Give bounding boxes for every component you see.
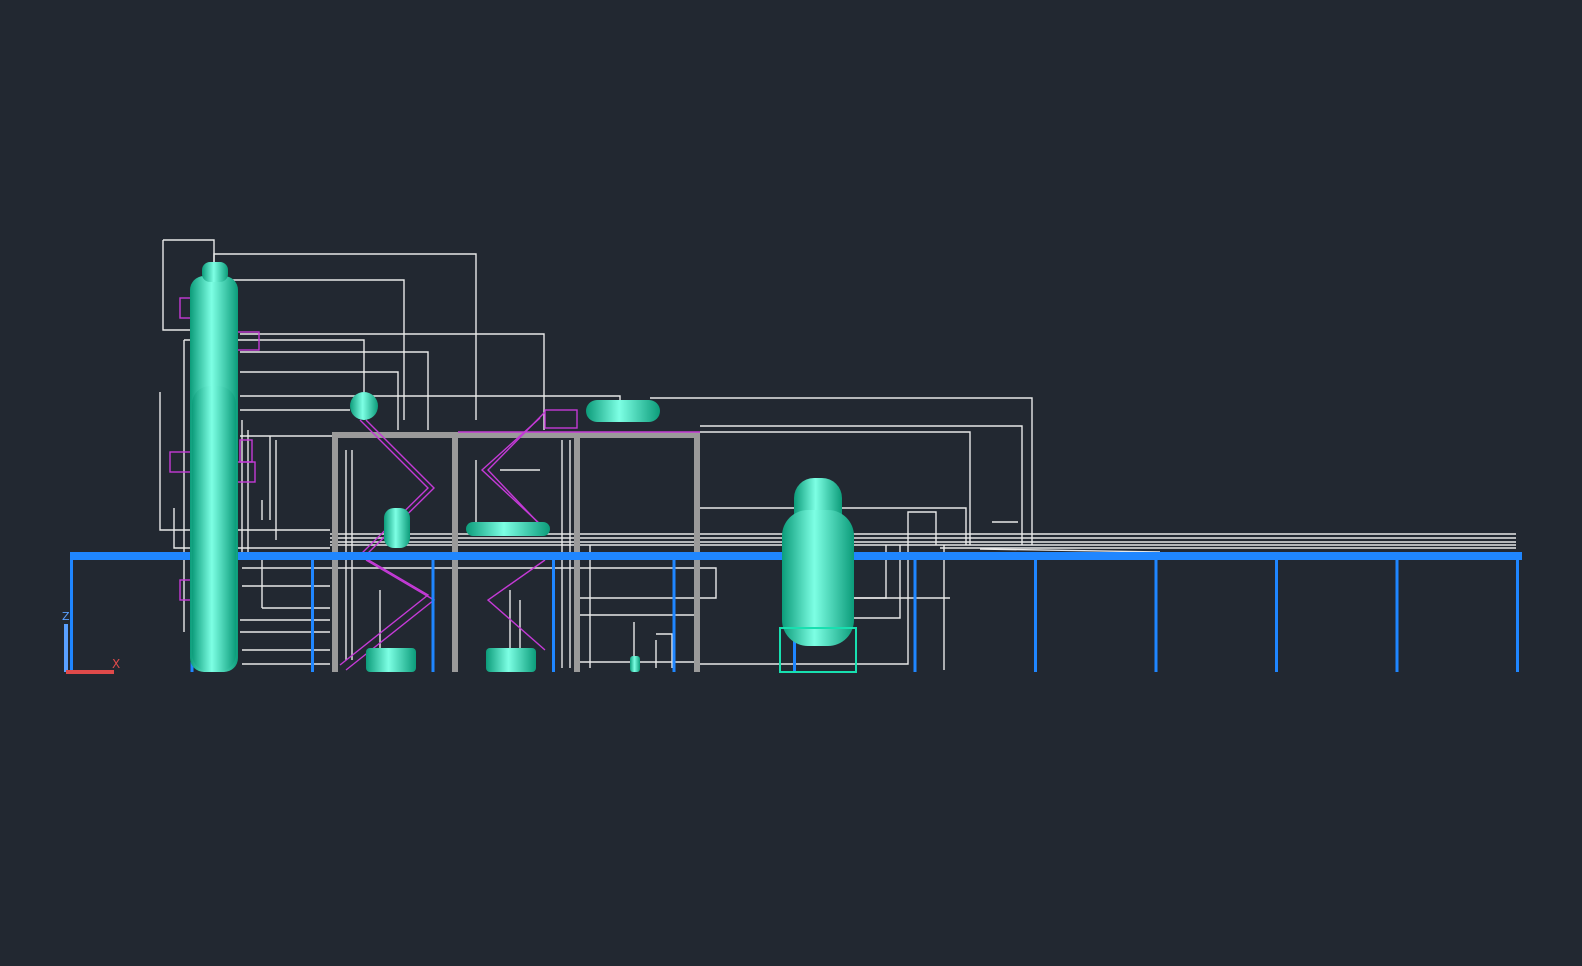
horizontal-drum[interactable] xyxy=(586,400,660,422)
small-vessel[interactable] xyxy=(384,508,410,548)
pump[interactable] xyxy=(366,648,416,672)
cad-model-viewport[interactable]: Z X xyxy=(0,0,1582,962)
pipe-rack-column[interactable] xyxy=(1275,556,1278,672)
pipe-rack-column[interactable] xyxy=(672,556,676,672)
plant-elevation-drawing[interactable]: Z X xyxy=(0,0,1582,962)
pipe-rack-column[interactable] xyxy=(1034,556,1037,672)
column-top-nozzle[interactable] xyxy=(202,262,228,282)
pipe-rack-column[interactable] xyxy=(1395,556,1399,672)
z-axis-label: Z xyxy=(62,610,70,623)
horizontal-exchanger[interactable] xyxy=(466,522,550,536)
column-section[interactable] xyxy=(192,386,236,672)
pipe-rack-column[interactable] xyxy=(70,556,73,672)
overhead-drum[interactable] xyxy=(350,392,378,420)
vertical-vessel-lower[interactable] xyxy=(782,510,854,646)
pump[interactable] xyxy=(486,648,536,672)
pipe-rack-column[interactable] xyxy=(311,556,314,672)
pipe-rack-column[interactable] xyxy=(552,556,555,672)
pipe-rack-column[interactable] xyxy=(431,556,435,672)
pipe-rack-column[interactable] xyxy=(1154,556,1158,672)
pipe-rack-column[interactable] xyxy=(913,556,917,672)
pipe-rack-column[interactable] xyxy=(1516,556,1519,672)
structure-beam[interactable] xyxy=(332,432,700,438)
x-axis-label: X xyxy=(112,657,120,671)
small-pump[interactable] xyxy=(630,656,640,672)
